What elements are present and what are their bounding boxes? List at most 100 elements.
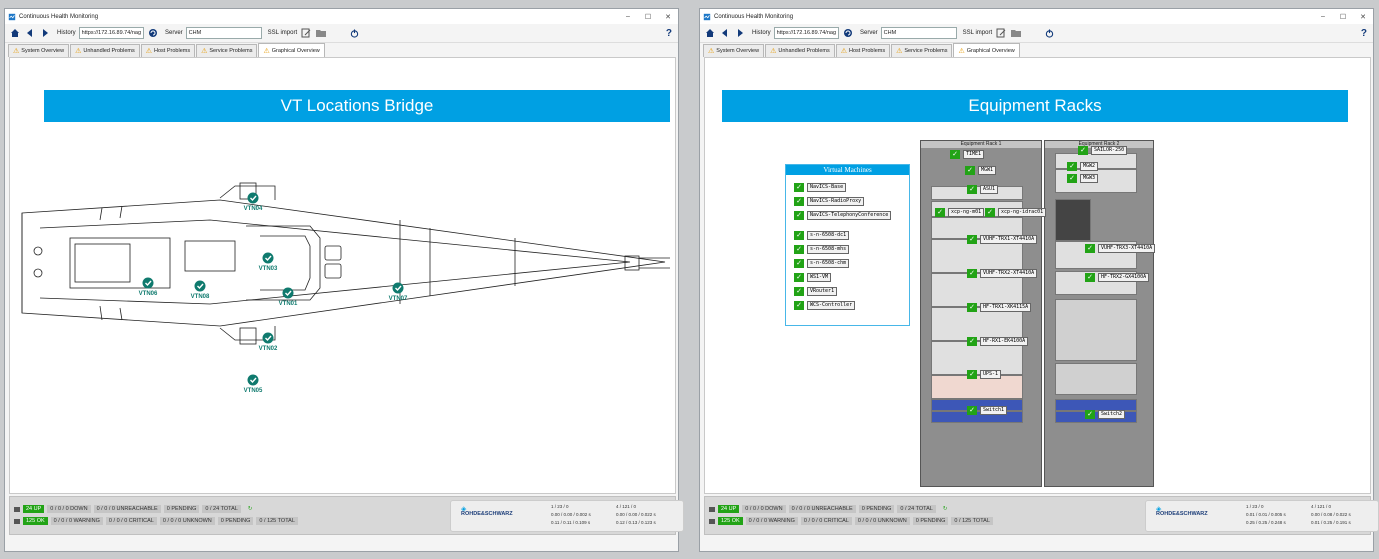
vm-item[interactable]: ✓ WS1-VM xyxy=(794,273,832,282)
rack-1-device[interactable]: ✓ HF-TRX1-XK4115A xyxy=(967,303,1032,312)
maximize-button[interactable]: ☐ xyxy=(638,13,658,21)
check-icon: ✓ xyxy=(985,208,995,217)
vt-marker-label: VTN07 xyxy=(389,296,408,302)
vm-label: WCS-Controller xyxy=(807,301,856,310)
help-icon[interactable]: ? xyxy=(666,28,672,39)
folder-icon[interactable] xyxy=(1010,27,1022,39)
rack-1-device[interactable]: ✓ HF-RX1-EK4100A xyxy=(967,337,1029,346)
tab-graphical-overview[interactable]: ⚠ Graphical Overview xyxy=(258,43,325,57)
minimize-button[interactable]: – xyxy=(1313,13,1333,20)
rack-1-device[interactable]: ✓ MGW1 xyxy=(965,166,997,175)
hosts-total[interactable]: 0 / 24 TOTAL xyxy=(202,505,241,513)
vt-marker[interactable]: VTN03 xyxy=(259,252,278,273)
refresh-small-icon[interactable]: ↻ xyxy=(943,506,948,512)
hosts-up-badge[interactable]: 24 UP xyxy=(23,505,45,513)
services-unknown[interactable]: 0 / 0 / 0 UNKNOWN xyxy=(854,517,910,525)
vt-marker[interactable]: VTN04 xyxy=(244,192,263,213)
rack-2-device[interactable]: ✓ MGW2 xyxy=(1067,162,1099,171)
vt-marker[interactable]: VTN05 xyxy=(244,374,263,395)
ssl-import-button[interactable]: SSL import xyxy=(268,30,297,36)
vm-item[interactable]: ✓ s-n-6508-mhs xyxy=(794,245,850,254)
power-icon[interactable] xyxy=(348,27,360,39)
history-select[interactable]: https://172.16.89.74/nag xyxy=(78,27,144,39)
minimize-button[interactable]: – xyxy=(618,13,638,20)
tab-system-overview[interactable]: ⚠ System Overview xyxy=(8,44,70,57)
hosts-unreachable[interactable]: 0 / 0 / 0 UNREACHABLE xyxy=(788,505,856,513)
tab-host-problems[interactable]: ⚠ Host Problems xyxy=(835,44,891,57)
vm-item[interactable]: ✓ NavICS-TelephonyConference xyxy=(794,211,892,220)
rack-2-device[interactable]: ✓ SAILOR-250 xyxy=(1078,146,1128,155)
hosts-unreachable[interactable]: 0 / 0 / 0 UNREACHABLE xyxy=(93,505,161,513)
hosts-down[interactable]: 0 / 0 / 0 DOWN xyxy=(47,505,91,513)
close-button[interactable]: ✕ xyxy=(1353,13,1373,21)
tab-system-overview[interactable]: ⚠ System Overview xyxy=(703,44,765,57)
vm-item[interactable]: ✓ s-n-6508-dc1 xyxy=(794,231,850,240)
rack-2-device[interactable]: ✓ MGW3 xyxy=(1067,174,1099,183)
home-icon[interactable] xyxy=(704,27,716,39)
back-icon[interactable] xyxy=(24,27,36,39)
ssl-import-button[interactable]: SSL import xyxy=(963,30,992,36)
rack-2-device[interactable]: ✓ VUHF-TRX3-XT4410A xyxy=(1085,244,1156,253)
folder-icon[interactable] xyxy=(315,27,327,39)
rack-2-device[interactable]: ✓ HF-TRX2-GX4100A xyxy=(1085,273,1150,282)
vt-marker[interactable]: VTN07 xyxy=(389,282,408,303)
rack-1-device[interactable]: ✓ xcp-ng-m01 xyxy=(935,208,985,217)
services-total[interactable]: 0 / 125 TOTAL xyxy=(256,517,298,525)
services-critical[interactable]: 0 / 0 / 0 CRITICAL xyxy=(800,517,852,525)
vt-marker[interactable]: VTN08 xyxy=(191,280,210,301)
tab-unhandled-problems[interactable]: ⚠ Unhandled Problems xyxy=(70,44,140,57)
tab-service-problems[interactable]: ⚠ Service Problems xyxy=(196,44,258,57)
tab-graphical-overview[interactable]: ⚠ Graphical Overview xyxy=(953,43,1020,57)
vm-item[interactable]: ✓ s-n-6508-chm xyxy=(794,259,850,268)
vm-item[interactable]: ✓ VRouter1 xyxy=(794,287,838,296)
rack-1-device[interactable]: ✓ VUHF-TRX2-XT4410A xyxy=(967,269,1038,278)
vt-marker[interactable]: VTN06 xyxy=(139,277,158,298)
check-icon xyxy=(392,282,404,294)
rack-1-device[interactable]: ✓ VUHF-TRX1-XT4410A xyxy=(967,235,1038,244)
vm-item[interactable]: ✓ NavICS-RadioProxy xyxy=(794,197,865,206)
power-icon[interactable] xyxy=(1043,27,1055,39)
hosts-up-badge[interactable]: 24 UP xyxy=(718,505,740,513)
services-warning[interactable]: 0 / 0 / 0 WARNING xyxy=(745,517,798,525)
rack-1-device[interactable]: ✓ xcp-ng-idrac01 xyxy=(985,208,1047,217)
vt-marker[interactable]: VTN01 xyxy=(279,287,298,308)
history-select[interactable]: https://172.16.89.74/nag xyxy=(773,27,839,39)
services-ok-badge[interactable]: 125 OK xyxy=(718,517,743,525)
edit-icon[interactable] xyxy=(995,27,1007,39)
hosts-down[interactable]: 0 / 0 / 0 DOWN xyxy=(742,505,786,513)
close-button[interactable]: ✕ xyxy=(658,13,678,21)
server-select[interactable]: CHM xyxy=(880,27,957,39)
services-unknown[interactable]: 0 / 0 / 0 UNKNOWN xyxy=(159,517,215,525)
edit-icon[interactable] xyxy=(300,27,312,39)
services-warning[interactable]: 0 / 0 / 0 WARNING xyxy=(50,517,103,525)
services-total[interactable]: 0 / 125 TOTAL xyxy=(951,517,993,525)
maximize-button[interactable]: ☐ xyxy=(1333,13,1353,21)
services-ok-badge[interactable]: 125 OK xyxy=(23,517,48,525)
rack-1-device[interactable]: ✓ UPS-1 xyxy=(967,370,1002,379)
forward-icon[interactable] xyxy=(39,27,51,39)
refresh-small-icon[interactable]: ↻ xyxy=(248,506,253,512)
rack-1-device[interactable]: ✓ ASU1 xyxy=(967,185,999,194)
hosts-pending[interactable]: 0 PENDING xyxy=(163,505,200,513)
refresh-icon[interactable] xyxy=(842,27,854,39)
services-pending[interactable]: 0 PENDING xyxy=(912,517,949,525)
hosts-pending[interactable]: 0 PENDING xyxy=(858,505,895,513)
refresh-icon[interactable] xyxy=(147,27,159,39)
vm-item[interactable]: ✓ NavICS-Base xyxy=(794,183,847,192)
server-label: Server xyxy=(165,30,183,36)
tab-unhandled-problems[interactable]: ⚠ Unhandled Problems xyxy=(765,44,835,57)
tab-service-problems[interactable]: ⚠ Service Problems xyxy=(891,44,953,57)
server-select[interactable]: CHM xyxy=(185,27,262,39)
services-pending[interactable]: 0 PENDING xyxy=(217,517,254,525)
home-icon[interactable] xyxy=(9,27,21,39)
back-icon[interactable] xyxy=(719,27,731,39)
hosts-total[interactable]: 0 / 24 TOTAL xyxy=(897,505,936,513)
rack-1-device[interactable]: ✓ TIME1 xyxy=(950,150,985,159)
forward-icon[interactable] xyxy=(734,27,746,39)
rack-2-device[interactable]: ✓ Switch2 xyxy=(1085,410,1126,419)
rack-1-device[interactable]: ✓ Switch1 xyxy=(967,406,1008,415)
services-critical[interactable]: 0 / 0 / 0 CRITICAL xyxy=(105,517,157,525)
vm-item[interactable]: ✓ WCS-Controller xyxy=(794,301,856,310)
help-icon[interactable]: ? xyxy=(1361,28,1367,39)
tab-host-problems[interactable]: ⚠ Host Problems xyxy=(140,44,196,57)
